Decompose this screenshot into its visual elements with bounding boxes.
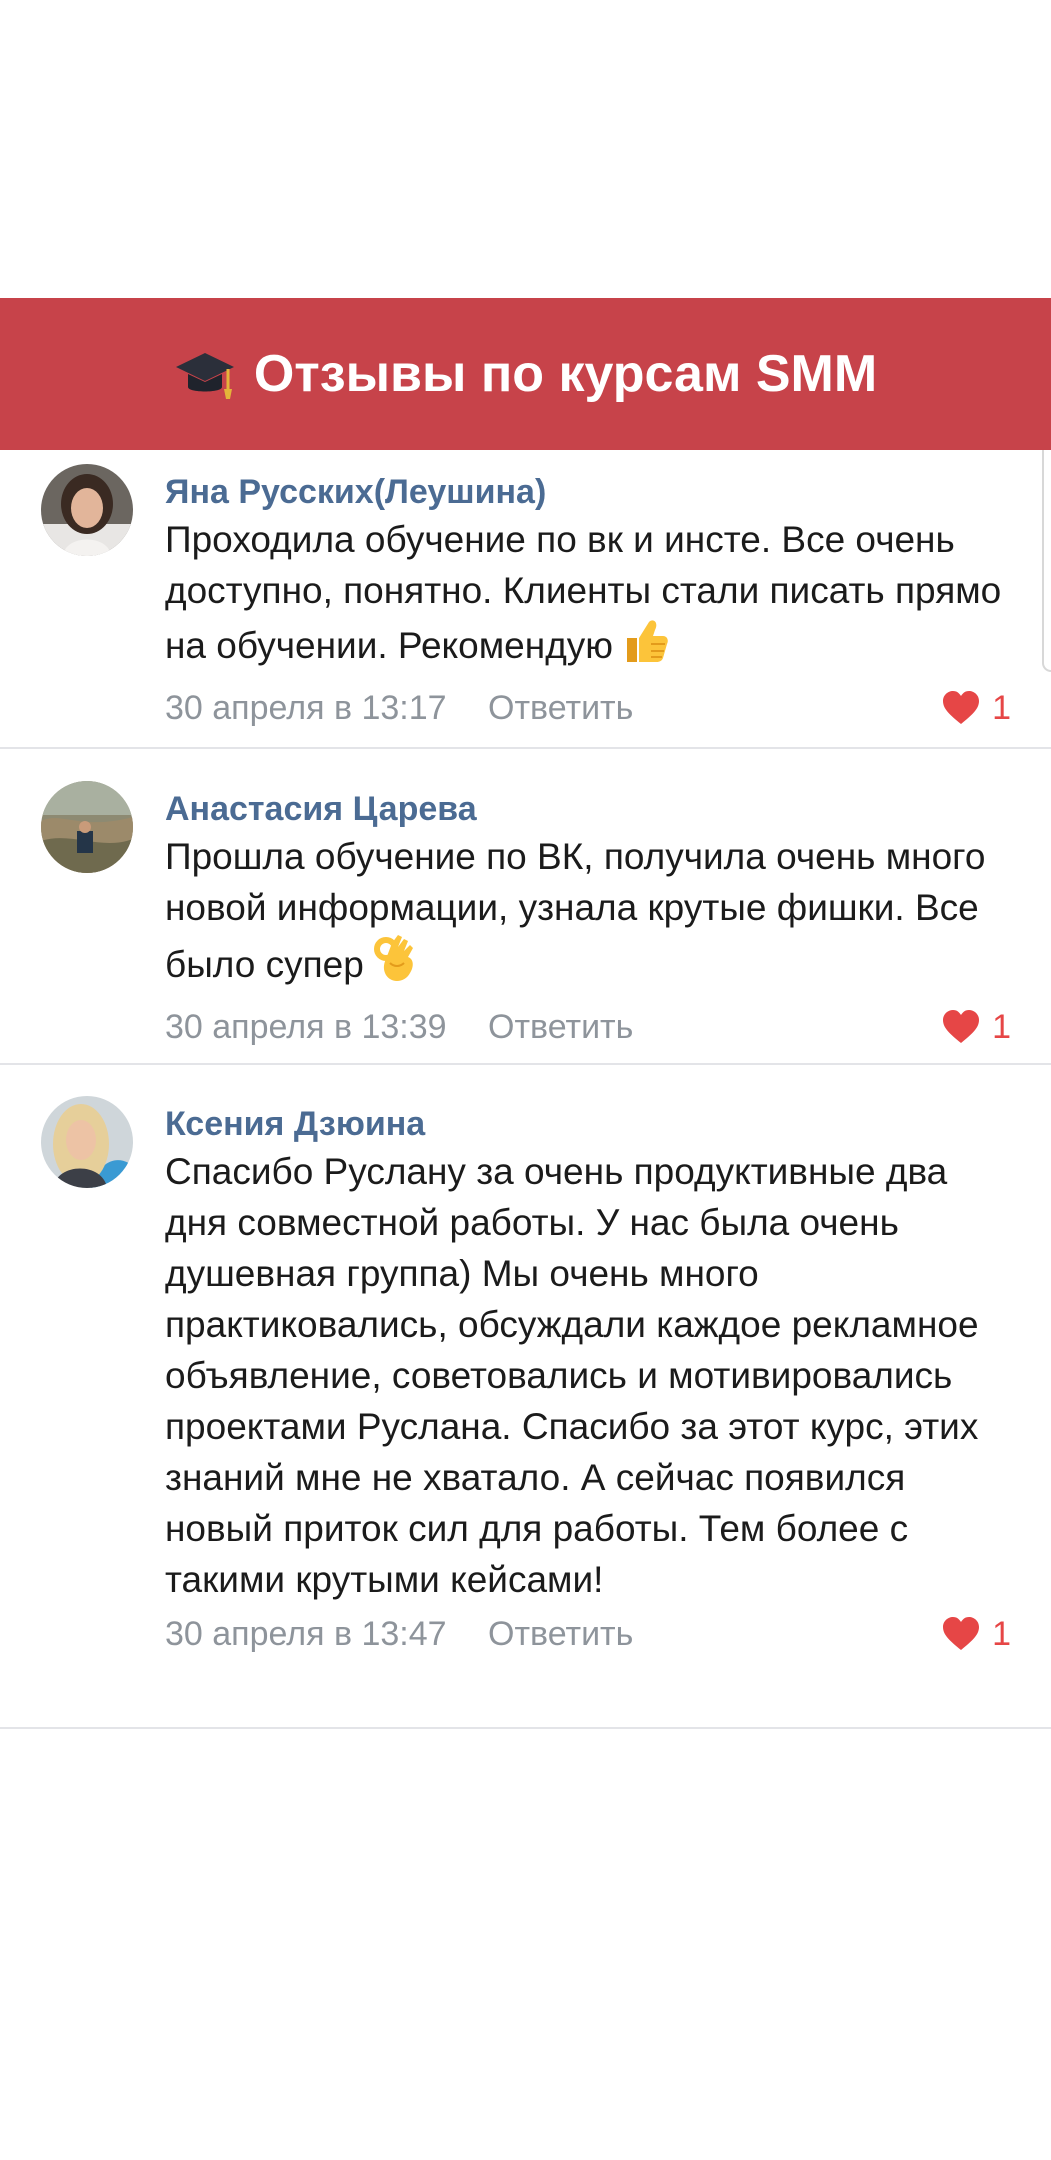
comment-text: Спасибо Руслану за очень продуктивные дв…	[165, 1151, 979, 1600]
thumbs-up-icon	[621, 616, 669, 679]
heart-icon	[943, 1617, 980, 1650]
avatar[interactable]	[41, 1096, 133, 1188]
avatar[interactable]	[41, 781, 133, 873]
like-count: 1	[992, 1008, 1011, 1046]
comment-date: 30 апреля в 13:47	[165, 1615, 447, 1653]
comment-item: Ксения Дзюина Спасибо Руслану за очень п…	[0, 1065, 1051, 1729]
comment-item: Яна Русских(Леушина) Проходила обучение …	[0, 450, 1051, 749]
like-count: 1	[992, 1615, 1011, 1653]
avatar[interactable]	[41, 464, 133, 556]
like-count: 1	[992, 689, 1011, 727]
comment-author[interactable]: Анастасия Царева	[165, 787, 1011, 831]
like-button[interactable]: 1	[942, 1002, 1011, 1052]
page-title: Отзывы по курсам SMM	[253, 345, 878, 403]
comment-text: Проходила обучение по вк и инсте. Все оч…	[165, 514, 1005, 679]
comment-date: 30 апреля в 13:39	[165, 1008, 447, 1046]
page-title-banner: Отзывы по курсам SMM	[0, 298, 1051, 450]
ok-hand-icon	[372, 933, 418, 998]
comment-author[interactable]: Яна Русских(Леушина)	[165, 470, 1011, 514]
comment-date: 30 апреля в 13:17	[165, 689, 447, 727]
like-button[interactable]: 1	[942, 683, 1011, 733]
reply-button[interactable]: Ответить	[488, 683, 633, 733]
reply-button[interactable]: Ответить	[488, 1002, 633, 1052]
comment-text: Прошла обучение по ВК, получила очень мн…	[165, 831, 1005, 998]
reply-button[interactable]: Ответить	[488, 1609, 633, 1659]
like-button[interactable]: 1	[942, 1609, 1011, 1659]
heart-icon	[943, 691, 980, 724]
heart-icon	[943, 1010, 980, 1043]
graduation-cap-icon	[174, 343, 236, 405]
comment-item: Анастасия Царева Прошла обучение по ВК, …	[0, 749, 1051, 1065]
comment-author[interactable]: Ксения Дзюина	[165, 1102, 1011, 1146]
